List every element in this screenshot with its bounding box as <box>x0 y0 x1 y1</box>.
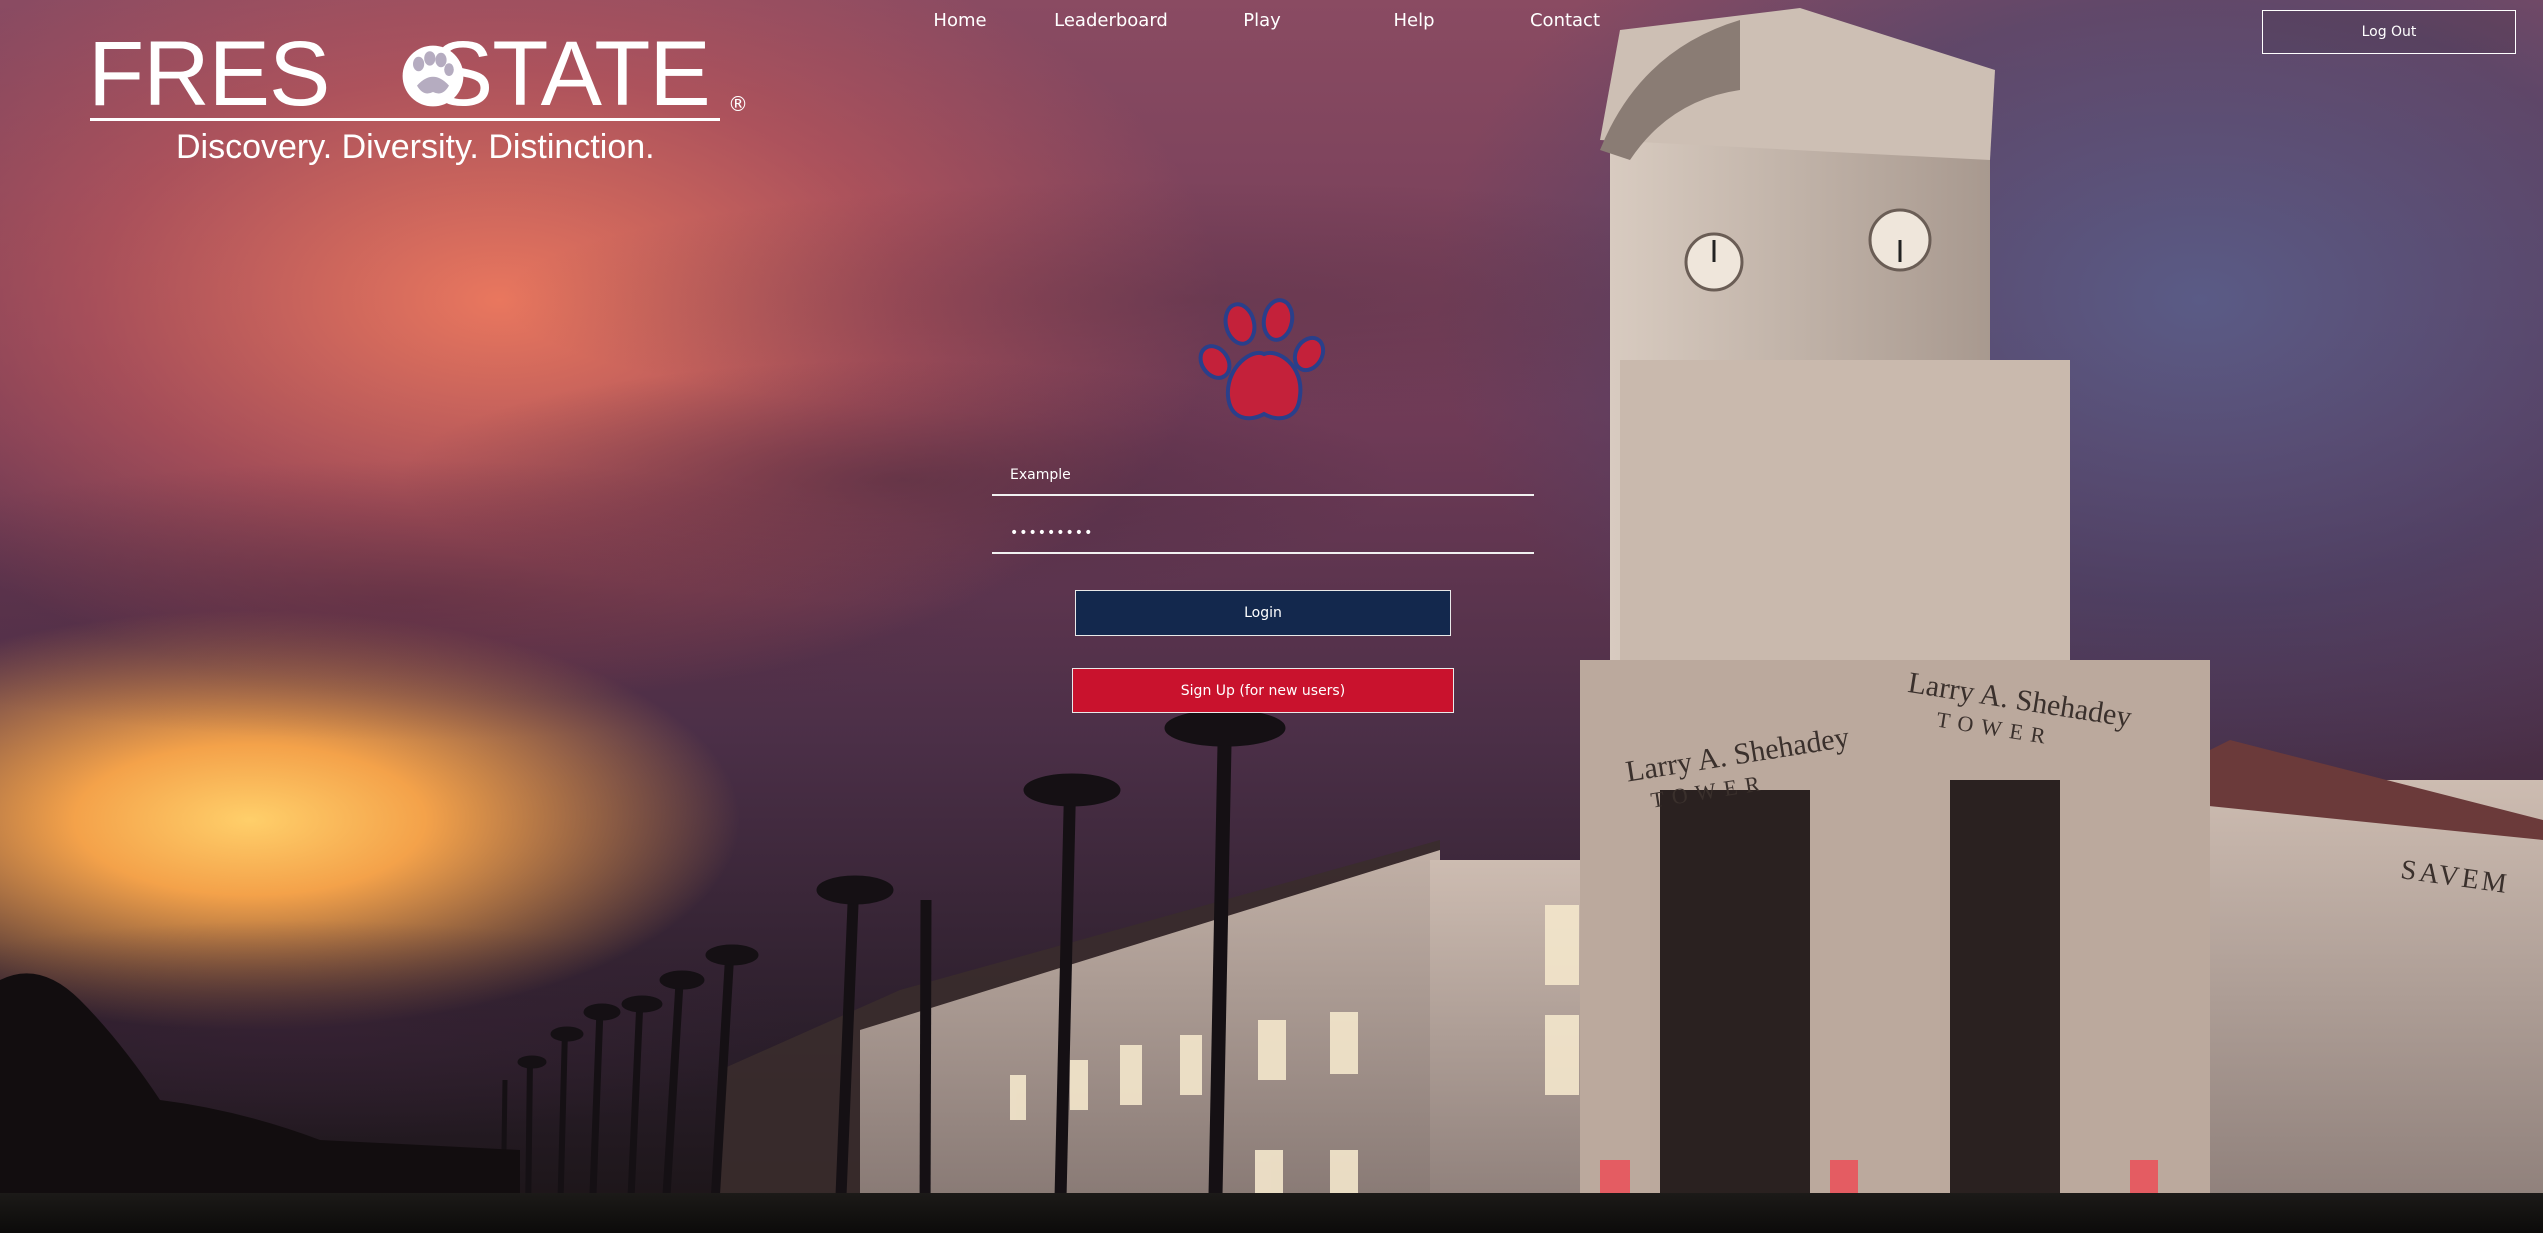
registered-mark: ® <box>728 92 748 116</box>
top-navigation: Home Leaderboard Play Help Contact Log O… <box>0 10 2543 54</box>
bulldog-paw-icon <box>1198 298 1326 421</box>
paw-icon <box>402 45 464 107</box>
password-input[interactable] <box>992 514 1534 554</box>
fresno-state-logo[interactable]: FRES STATE ® Discovery. Diversity. Disti… <box>88 28 748 178</box>
username-input[interactable] <box>992 456 1534 496</box>
logo-rule <box>90 118 720 121</box>
nav-home[interactable]: Home <box>933 10 986 31</box>
logout-button[interactable]: Log Out <box>2262 10 2516 54</box>
nav-contact[interactable]: Contact <box>1530 10 1600 31</box>
ground <box>0 1193 2543 1233</box>
login-button[interactable]: Login <box>1075 590 1451 636</box>
nav-play[interactable]: Play <box>1243 10 1281 31</box>
logo-tagline: Discovery. Diversity. Distinction. <box>176 128 655 166</box>
signup-button[interactable]: Sign Up (for new users) <box>1072 668 1454 713</box>
nav-help[interactable]: Help <box>1393 10 1434 31</box>
nav-leaderboard[interactable]: Leaderboard <box>1054 10 1168 31</box>
